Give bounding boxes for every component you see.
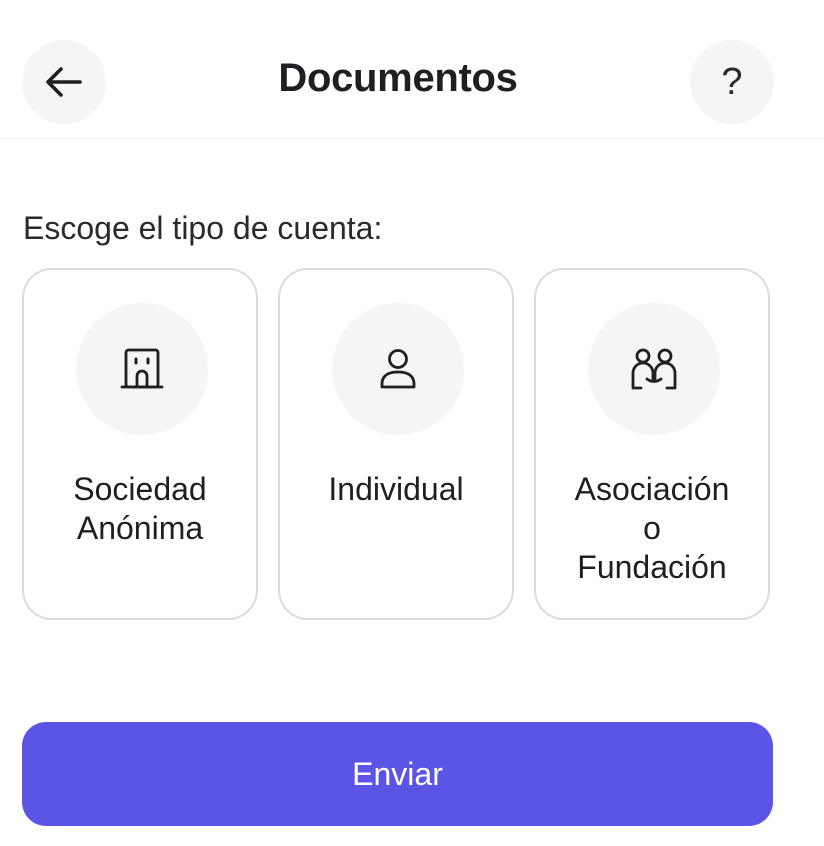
people-icon: [631, 348, 677, 390]
user-icon: [380, 349, 416, 389]
account-type-label: Individual: [328, 471, 464, 507]
account-type-card-individual[interactable]: Individual: [278, 268, 514, 620]
icon-circle: [588, 303, 720, 435]
account-type-label: Sociedad Anónima: [73, 471, 207, 546]
icon-circle: [332, 303, 464, 435]
account-type-prompt: Escoge el tipo de cuenta:: [23, 210, 383, 246]
account-type-card-asociacion-fundacion[interactable]: Asociación o Fundación: [534, 268, 770, 620]
submit-button[interactable]: Enviar: [22, 722, 773, 826]
documents-screen: Documentos ? Escoge el tipo de cuenta: S…: [0, 0, 824, 846]
icon-circle: [76, 303, 208, 435]
page-title: Documentos: [278, 56, 518, 100]
building-icon: [120, 348, 164, 389]
account-type-card-sociedad-anonima[interactable]: Sociedad Anónima: [22, 268, 258, 620]
header: Documentos ?: [0, 0, 824, 139]
help-button[interactable]: ?: [690, 40, 774, 124]
question-mark-icon: ?: [721, 61, 743, 103]
account-type-label: Asociación o Fundación: [574, 471, 730, 585]
